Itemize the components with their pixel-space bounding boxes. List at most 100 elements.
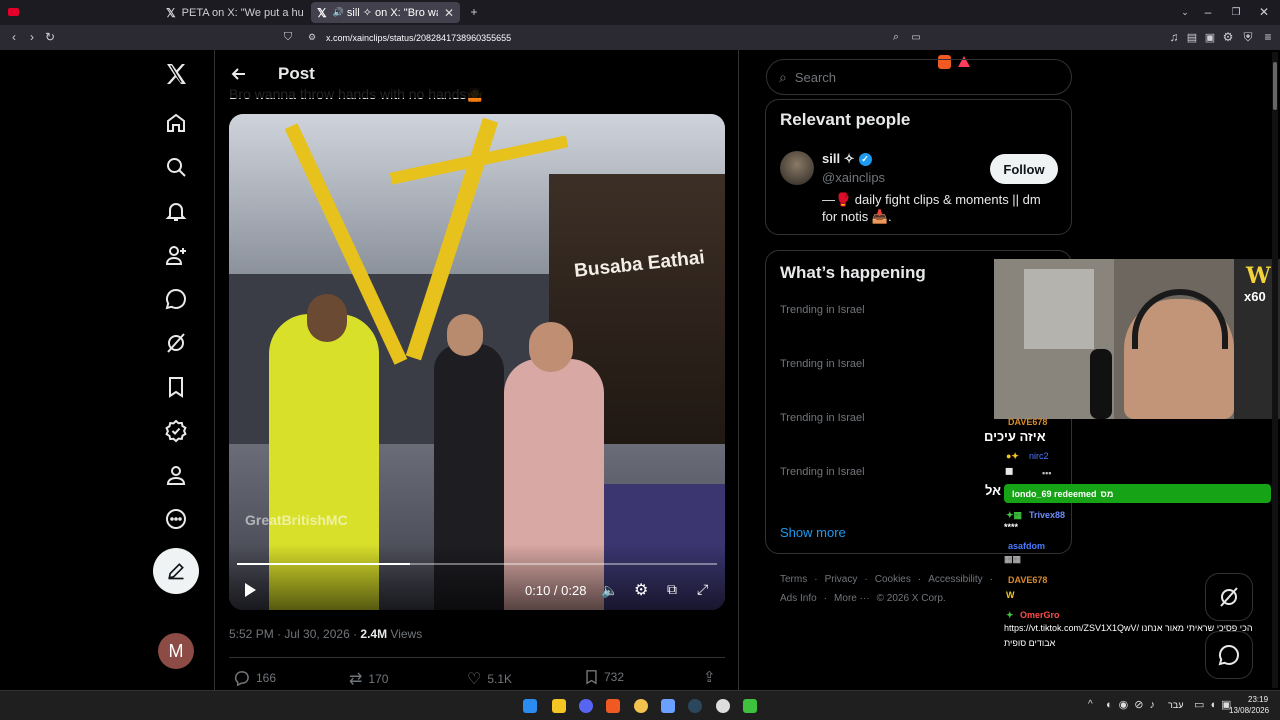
page-scrollbar[interactable]	[1272, 52, 1278, 688]
fullscreen-icon[interactable]: ⤢	[697, 581, 708, 598]
search-input[interactable]: ⌕ Search	[766, 59, 1072, 95]
bookmarks-icon[interactable]	[160, 371, 192, 403]
x-logo-icon[interactable]	[160, 58, 192, 90]
chat-message: איזה עיכים	[984, 429, 1046, 444]
post-timestamp[interactable]: 5:52 PM · Jul 30, 2026 ·	[229, 627, 360, 641]
footer-ads-info[interactable]: Ads Info	[780, 593, 817, 604]
follow-icon[interactable]	[160, 239, 192, 271]
show-more-link[interactable]: Show more	[780, 525, 846, 540]
tab-list-icon[interactable]: ⌄	[1177, 4, 1193, 20]
extensions-icon[interactable]: ⚙	[1220, 29, 1236, 45]
footer-terms[interactable]: Terms	[780, 574, 807, 585]
heart-icon: ♡	[467, 671, 482, 688]
compose-post-button[interactable]	[153, 548, 199, 594]
file-explorer-icon[interactable]	[552, 699, 566, 713]
reply-count: 166	[256, 670, 277, 685]
tray-icons[interactable]: ◐◉⊘♪	[1106, 698, 1161, 711]
notifications-icon[interactable]	[160, 195, 192, 227]
tab-peta[interactable]: 𝕏 PETA on X: "We put a human "lobste	[160, 2, 304, 23]
menu-icon[interactable]: ≡	[1260, 29, 1276, 45]
avatar[interactable]: M	[158, 633, 194, 669]
app-icon[interactable]	[661, 699, 675, 713]
x-tab-icon: 𝕏	[166, 5, 176, 20]
media-icon[interactable]: ♫	[1166, 29, 1182, 45]
video-time: 0:10 / 0:28	[525, 583, 587, 598]
video-progress-track[interactable]	[237, 563, 717, 565]
address-bar[interactable]: x.com/xainclips/status/20828417389603556…	[280, 29, 980, 46]
url-text[interactable]: x.com/xainclips/status/20828417389603556…	[326, 33, 511, 43]
reload-icon[interactable]: ↻	[42, 29, 58, 45]
clock-date[interactable]: 13/08/2026	[1229, 706, 1269, 715]
post-header: Post	[215, 50, 738, 98]
verified-badge-icon: ✓	[858, 152, 872, 166]
explore-icon[interactable]	[160, 151, 192, 183]
close-tab-icon[interactable]: ✕	[438, 6, 454, 20]
views-label: Views	[387, 627, 423, 641]
verified-icon[interactable]	[160, 415, 192, 447]
language-indicator[interactable]: עבר	[1168, 700, 1183, 710]
reply-button[interactable]: 166	[233, 669, 276, 686]
grok-floating-button[interactable]	[1205, 573, 1253, 621]
person-handle[interactable]: @xainclips	[822, 170, 885, 185]
wallet-icon[interactable]: ▣	[1202, 29, 1218, 45]
maximize-button[interactable]: ❐	[1228, 4, 1244, 20]
trend-item[interactable]: Trending in Israel	[780, 412, 865, 424]
stream-badge-w: W	[1246, 263, 1271, 289]
trend-item[interactable]: Trending in Israel	[780, 358, 865, 370]
bookmark-button[interactable]: 732	[585, 669, 624, 685]
relevant-people-card: Relevant people sill ✧ ✓ @xainclips —🥊 d…	[765, 99, 1072, 235]
trend-item[interactable]: Trending in Israel	[780, 466, 865, 478]
tray-chevron-icon[interactable]: ^	[1088, 699, 1093, 710]
messages-floating-button[interactable]	[1205, 631, 1253, 679]
person-name[interactable]: sill ✧ ✓	[822, 151, 872, 167]
repost-count: 170	[368, 672, 389, 686]
follow-button[interactable]: Follow	[990, 154, 1058, 184]
like-button[interactable]: ♡ 5.1K	[467, 669, 512, 689]
footer-accessibility[interactable]: Accessibility	[928, 574, 982, 585]
sidebar-icon[interactable]: ▤	[1184, 29, 1200, 45]
grok-icon	[1220, 587, 1238, 607]
windows-start-icon[interactable]	[523, 699, 537, 713]
volume-icon[interactable]: 🔈	[601, 582, 618, 599]
webcam-headphones	[1132, 289, 1228, 349]
discord-icon[interactable]	[579, 699, 593, 713]
avatar-letter: M	[168, 640, 184, 661]
footer-more[interactable]: More ···	[834, 593, 870, 604]
back-icon[interactable]: ‹	[6, 29, 22, 45]
settings-icon[interactable]: ⚙	[634, 580, 648, 600]
messages-icon[interactable]	[160, 283, 192, 315]
steam-icon[interactable]	[688, 699, 702, 713]
home-icon[interactable]	[160, 107, 192, 139]
clock-time[interactable]: 23:19	[1248, 695, 1268, 704]
back-arrow-icon[interactable]	[229, 64, 249, 84]
minimize-button[interactable]: –	[1200, 4, 1216, 20]
play-icon[interactable]	[243, 582, 257, 598]
tab-sill[interactable]: 𝕏 🔊 sill ✧ on X: "Bro wanna throw ✕	[311, 2, 460, 23]
profile-icon[interactable]	[160, 459, 192, 491]
more-icon[interactable]	[160, 503, 192, 535]
footer-cookies[interactable]: Cookies	[875, 574, 911, 585]
app-icon[interactable]	[743, 699, 757, 713]
brave-icon[interactable]	[606, 699, 620, 713]
chrome-icon[interactable]	[634, 699, 648, 713]
footer-copyright: © 2026 X Corp.	[876, 593, 946, 604]
chat-username: Trivex88	[1029, 510, 1066, 520]
footer-dot: ·	[823, 593, 828, 604]
repost-button[interactable]: ⇄ 170	[349, 669, 388, 689]
video-player[interactable]: Busaba Eathai GreatBritishMC 0:10 / 0:28…	[229, 114, 725, 610]
search-icon: ⌕	[779, 68, 787, 85]
like-count: 5.1K	[487, 672, 513, 686]
scrollbar-thumb[interactable]	[1273, 62, 1277, 110]
vpn-icon[interactable]: ⛨	[1240, 29, 1256, 45]
grok-icon[interactable]	[160, 327, 192, 359]
pip-icon[interactable]: ⧉	[667, 581, 677, 598]
forward-icon[interactable]: ›	[24, 29, 40, 45]
trend-item[interactable]: Trending in Israel	[780, 304, 865, 316]
new-tab-button[interactable]: +	[466, 4, 482, 20]
chat-emote: ●✦	[1006, 451, 1019, 461]
footer-privacy[interactable]: Privacy	[825, 574, 858, 585]
close-window-button[interactable]: ✕	[1256, 4, 1272, 20]
share-icon[interactable]: ⇪	[703, 668, 716, 686]
person-avatar[interactable]	[780, 151, 814, 185]
obs-icon[interactable]	[716, 699, 730, 713]
